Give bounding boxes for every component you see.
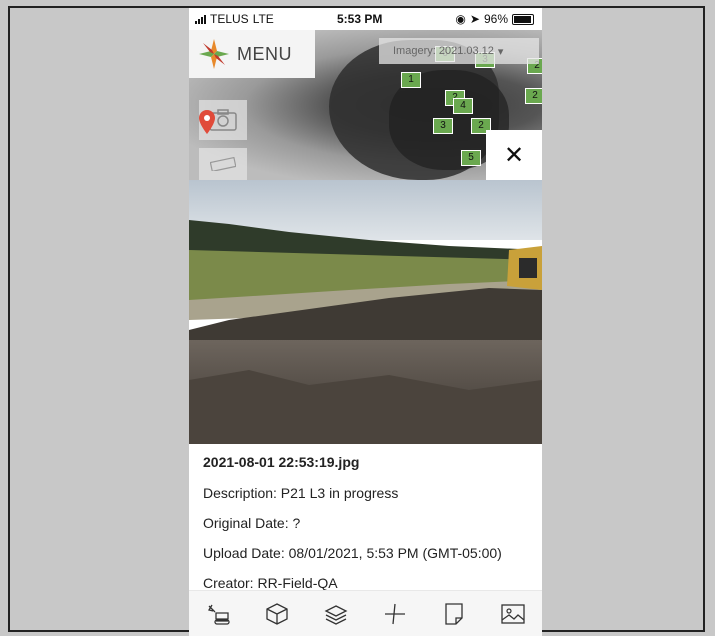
phone-screen: TELUS LTE 5:53 PM ◉ ➤ 96% 1 2 3 4 5 6 2 …: [189, 8, 542, 636]
cube-icon: [266, 603, 288, 625]
photo-marker-icon[interactable]: 2: [525, 88, 542, 104]
status-time: 5:53 PM: [337, 12, 383, 26]
location-arrow-icon: ➤: [469, 12, 480, 26]
ruler-icon: [210, 157, 236, 171]
photo-description: Description: P21 L3 in progress: [203, 485, 399, 501]
cube-button[interactable]: [261, 598, 293, 630]
close-button[interactable]: ✕: [486, 130, 542, 180]
app-logo-icon: [199, 39, 229, 69]
imagery-date-selector[interactable]: Imagery: 2021.03.12 ▾: [379, 38, 539, 64]
signal-icon: [195, 14, 206, 24]
photo-marker-icon[interactable]: 4: [453, 98, 473, 114]
image-button[interactable]: [497, 598, 529, 630]
photo-marker-icon[interactable]: 5: [461, 150, 481, 166]
excavator-button[interactable]: [202, 598, 234, 630]
excavator-icon: [208, 604, 231, 625]
network-type: LTE: [252, 12, 274, 26]
close-icon: ✕: [503, 141, 525, 169]
photo-info-panel: 2021-08-01 22:53:19.jpg Description: P21…: [203, 454, 533, 605]
chevron-down-icon: ▾: [497, 45, 504, 58]
menu-label: MENU: [237, 43, 292, 64]
note-button[interactable]: [438, 598, 470, 630]
layers-icon: [324, 605, 348, 625]
photo-filename: 2021-08-01 22:53:19.jpg: [203, 454, 360, 470]
orientation-lock-icon: ◉: [455, 12, 466, 26]
site-photo: [189, 180, 542, 444]
photo-marker-icon[interactable]: 3: [433, 118, 453, 134]
layers-button[interactable]: [320, 598, 352, 630]
bottom-toolbar: [189, 590, 542, 636]
photo-original-date: Original Date: ?: [203, 515, 301, 531]
battery-icon: [512, 13, 534, 25]
carrier-name: TELUS: [210, 12, 249, 26]
measure-tool-button[interactable]: [199, 148, 247, 180]
measure-button[interactable]: [379, 598, 411, 630]
location-pin-icon: [199, 110, 215, 134]
measure-icon: [384, 603, 405, 625]
menu-button[interactable]: MENU: [189, 30, 315, 78]
battery-percent: 96%: [483, 12, 508, 26]
photo-marker-icon[interactable]: 1: [401, 72, 421, 88]
photo-creator: Creator: RR-Field-QA: [203, 575, 338, 591]
status-bar: TELUS LTE 5:53 PM ◉ ➤ 96%: [189, 8, 542, 30]
image-icon: [500, 604, 525, 624]
note-icon: [445, 603, 463, 625]
photo-upload-date: Upload Date: 08/01/2021, 5:53 PM (GMT-05…: [203, 545, 502, 561]
